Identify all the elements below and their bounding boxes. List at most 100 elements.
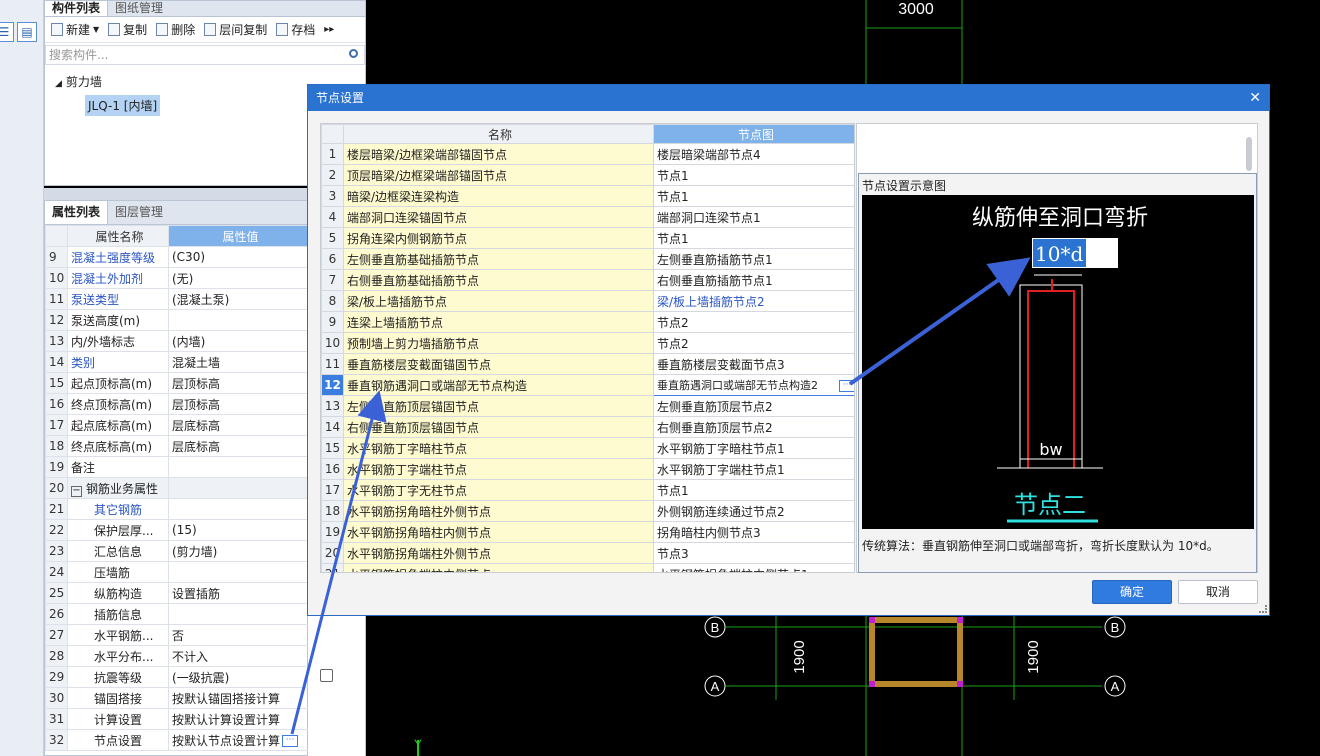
node-row[interactable]: 3 暗梁/边框梁连梁构造 节点1: [321, 185, 854, 207]
property-row[interactable]: 28 水平分布... 不计入: [45, 645, 310, 667]
node-row[interactable]: 16 水平钢筋丁字端柱节点 水平钢筋丁字端柱节点1: [321, 458, 854, 480]
node-row[interactable]: 20 水平钢筋拐角端柱外侧节点 节点3: [321, 542, 854, 564]
property-row[interactable]: 17 起点底标高(m) 层底标高: [45, 414, 310, 436]
node-diagram-value[interactable]: 垂直筋楼层变截面节点3: [653, 353, 854, 375]
node-row[interactable]: 11 垂直筋楼层变截面锚固节点 垂直筋楼层变截面节点3: [321, 353, 854, 375]
node-diagram-value[interactable]: 梁/板上墙插筋节点2: [653, 290, 854, 312]
component-search-input[interactable]: 搜索构件...: [45, 45, 365, 65]
node-row[interactable]: 7 右侧垂直筋基础插筋节点 右侧垂直筋插筋节点1: [321, 269, 854, 291]
cancel-button[interactable]: 取消: [1178, 580, 1258, 604]
node-diagram-value[interactable]: 节点1: [653, 479, 854, 501]
checkbox[interactable]: [320, 669, 333, 682]
property-row[interactable]: 19 备注: [45, 456, 310, 478]
node-diagram-value[interactable]: 左侧垂直筋插筋节点1: [653, 248, 854, 270]
property-value[interactable]: 否: [168, 624, 310, 646]
ellipsis-button[interactable]: ···: [839, 380, 854, 392]
node-diagram-value[interactable]: 垂直筋遇洞口或端部无节点构造2 ···: [653, 374, 854, 396]
node-diagram-value[interactable]: 节点1: [653, 164, 854, 186]
node-diagram-value[interactable]: 左侧垂直筋顶层节点2: [653, 395, 854, 417]
node-diagram-value[interactable]: 节点3: [653, 542, 854, 564]
property-row[interactable]: 10 混凝土外加剂 (无): [45, 267, 310, 289]
tree-group-shear-wall[interactable]: ◢ 剪力墙: [55, 73, 102, 90]
collapse-icon[interactable]: −: [71, 485, 82, 497]
property-value[interactable]: (剪力墙): [168, 540, 310, 562]
node-diagram-value[interactable]: 水平钢筋丁字端柱节点1: [653, 458, 854, 480]
node-row[interactable]: 5 拐角连梁内侧钢筋节点 节点1: [321, 227, 854, 249]
ellipsis-button[interactable]: ···: [282, 735, 299, 747]
node-diagram-value[interactable]: 节点2: [653, 332, 854, 354]
property-row[interactable]: 11 泵送类型 (混凝土泵): [45, 288, 310, 310]
property-row[interactable]: 30 锚固搭接 按默认锚固搭接计算: [45, 687, 310, 709]
property-value[interactable]: [168, 477, 310, 499]
collapse-triangle-icon[interactable]: ◢: [55, 79, 62, 89]
panel-splitter[interactable]: [44, 188, 308, 200]
node-row[interactable]: 21水平钢筋拐角端柱内侧节点水平钢筋拐角端柱内侧节点1: [321, 563, 854, 572]
property-row[interactable]: 22 保护层厚... (15): [45, 519, 310, 541]
node-row[interactable]: 12 垂直钢筋遇洞口或端部无节点构造 垂直筋遇洞口或端部无节点构造2 ···: [321, 374, 854, 396]
node-row[interactable]: 1 楼层暗梁/边框梁端部锚固节点 楼层暗梁端部节点4: [321, 143, 854, 165]
close-icon[interactable]: ✕: [1249, 85, 1261, 111]
node-row[interactable]: 6 左侧垂直筋基础插筋节点 左侧垂直筋插筋节点1: [321, 248, 854, 270]
node-row[interactable]: 17 水平钢筋丁字无柱节点 节点1: [321, 479, 854, 501]
property-row[interactable]: 32 节点设置 按默认节点设置计算 ···: [45, 729, 310, 751]
property-value[interactable]: [168, 309, 310, 331]
property-value[interactable]: (15): [168, 519, 310, 541]
property-value[interactable]: 层顶标高: [168, 372, 310, 394]
scrollbar[interactable]: [1246, 137, 1252, 171]
property-row[interactable]: 20− 钢筋业务属性: [45, 477, 310, 499]
tab-component-list[interactable]: 构件列表: [45, 1, 109, 16]
node-row[interactable]: 8 梁/板上墙插筋节点 梁/板上墙插筋节点2: [321, 290, 854, 312]
copy-button[interactable]: 复制: [108, 21, 147, 38]
node-row[interactable]: 18 水平钢筋拐角暗柱外侧节点 外侧钢筋连续通过节点2: [321, 500, 854, 522]
node-diagram-value[interactable]: 节点2: [653, 311, 854, 333]
property-value[interactable]: (内墙): [168, 330, 310, 352]
property-value[interactable]: 混凝土墙: [168, 351, 310, 373]
node-diagram-value[interactable]: 右侧垂直筋插筋节点1: [653, 269, 854, 291]
delete-button[interactable]: 删除: [156, 21, 195, 38]
node-diagram-value[interactable]: 外侧钢筋连续通过节点2: [653, 500, 854, 522]
property-row[interactable]: 24 压墙筋: [45, 561, 310, 583]
tab-drawing-management[interactable]: 图纸管理: [108, 1, 170, 16]
node-row[interactable]: 19 水平钢筋拐角暗柱内侧节点 拐角暗柱内侧节点3: [321, 521, 854, 543]
property-value[interactable]: (混凝土泵): [168, 288, 310, 310]
search-icon[interactable]: [349, 49, 358, 58]
property-row[interactable]: 18 终点底标高(m) 层底标高: [45, 435, 310, 457]
node-diagram-value[interactable]: 楼层暗梁端部节点4: [653, 143, 854, 165]
node-row[interactable]: 10 预制墙上剪力墙插筋节点 节点2: [321, 332, 854, 354]
property-value[interactable]: [168, 561, 310, 583]
property-row[interactable]: 14 类别 混凝土墙: [45, 351, 310, 373]
property-row[interactable]: 23 汇总信息 (剪力墙): [45, 540, 310, 562]
node-diagram-value[interactable]: 端部洞口连梁节点1: [653, 206, 854, 228]
tab-layer-management[interactable]: 图层管理: [108, 201, 170, 224]
node-diagram-value[interactable]: 水平钢筋拐角端柱内侧节点1: [653, 563, 854, 572]
property-value[interactable]: 设置插筋: [168, 582, 310, 604]
dialog-titlebar[interactable]: 节点设置 ✕: [308, 85, 1269, 111]
node-diagram-value[interactable]: 节点1: [653, 185, 854, 207]
property-value[interactable]: 层底标高: [168, 414, 310, 436]
tab-property-list[interactable]: 属性列表: [45, 201, 109, 224]
more-icon[interactable]: ▸▸: [324, 24, 334, 35]
property-value[interactable]: [168, 603, 310, 625]
tree-item-jlq1[interactable]: JLQ-1 [内墙]: [85, 95, 161, 116]
property-value[interactable]: (无): [168, 267, 310, 289]
property-value[interactable]: [168, 498, 310, 520]
node-diagram-value[interactable]: 节点1: [653, 227, 854, 249]
property-row[interactable]: 15 起点顶标高(m) 层顶标高: [45, 372, 310, 394]
property-row[interactable]: 31 计算设置 按默认计算设置计算: [45, 708, 310, 730]
property-row[interactable]: 29 抗震等级 (一级抗震): [45, 666, 310, 688]
new-button[interactable]: 新建 ▼: [51, 21, 99, 38]
node-row[interactable]: 14 右侧垂直筋顶层锚固节点 右侧垂直筋顶层节点2: [321, 416, 854, 438]
property-value[interactable]: 按默认锚固搭接计算: [168, 687, 310, 709]
property-row[interactable]: 16 终点顶标高(m) 层顶标高: [45, 393, 310, 415]
property-row[interactable]: 25 纵筋构造 设置插筋: [45, 582, 310, 604]
property-value[interactable]: 按默认计算设置计算: [168, 708, 310, 730]
property-row[interactable]: 26 插筋信息: [45, 603, 310, 625]
property-row[interactable]: 12 泵送高度(m): [45, 309, 310, 331]
floor-copy-button[interactable]: 层间复制: [204, 21, 267, 38]
property-value[interactable]: 层底标高: [168, 435, 310, 457]
node-row[interactable]: 2 顶层暗梁/边框梁端部锚固节点 节点1: [321, 164, 854, 186]
node-row[interactable]: 4 端部洞口连梁锚固节点 端部洞口连梁节点1: [321, 206, 854, 228]
node-diagram-value[interactable]: 右侧垂直筋顶层节点2: [653, 416, 854, 438]
property-value[interactable]: 层顶标高: [168, 393, 310, 415]
property-row[interactable]: 27 水平钢筋... 否: [45, 624, 310, 646]
